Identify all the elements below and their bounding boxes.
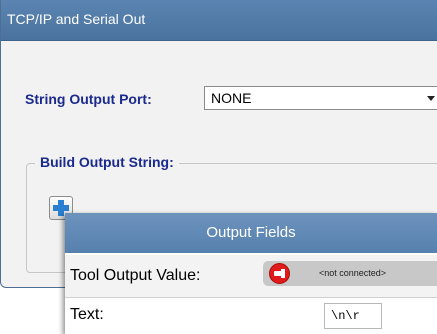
tool-output-connector[interactable]: <not connected> xyxy=(263,261,437,286)
text-input-value: \n\r xyxy=(331,309,360,323)
string-output-port-value: NONE xyxy=(211,90,252,106)
connection-status: <not connected> xyxy=(319,268,387,278)
output-fields-title: Output Fields xyxy=(206,224,296,241)
panel-title-bar: TCP/IP and Serial Out xyxy=(1,0,437,41)
panel-title: TCP/IP and Serial Out xyxy=(7,11,146,27)
tool-output-value-row: Tool Output Value: <not connected> xyxy=(65,255,437,298)
text-label: Text: xyxy=(70,306,104,323)
string-output-port-select[interactable]: NONE xyxy=(204,86,437,110)
text-row: Text: \n\r xyxy=(65,298,437,334)
text-input[interactable]: \n\r xyxy=(324,303,382,329)
string-output-port-label: String Output Port: xyxy=(25,91,152,107)
dropdown-arrow-icon xyxy=(427,96,435,101)
output-fields-popup: Output Fields Tool Output Value: <not co… xyxy=(65,213,437,334)
unplugged-icon xyxy=(269,263,290,284)
tool-output-value-label: Tool Output Value: xyxy=(70,267,201,284)
output-fields-header: Output Fields xyxy=(65,213,437,253)
build-output-string-label: Build Output String: xyxy=(35,154,179,170)
